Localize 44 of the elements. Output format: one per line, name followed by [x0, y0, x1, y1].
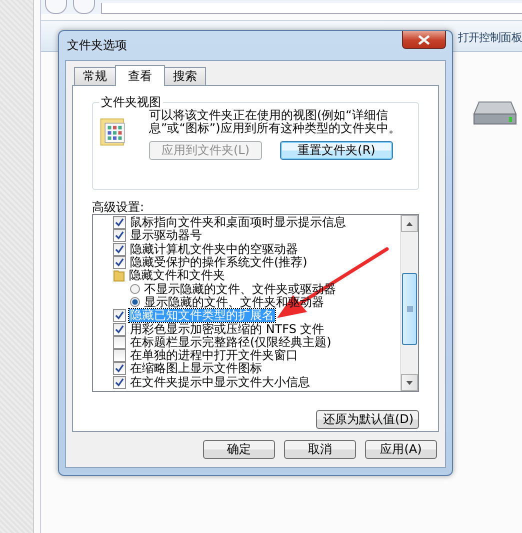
tab[interactable]: 搜索	[164, 67, 206, 85]
setting-label[interactable]: 鼠标指向文件夹和桌面项时显示提示信息	[129, 216, 347, 230]
checkbox[interactable]	[113, 229, 126, 242]
setting-group-label: 隐藏文件和文件夹	[128, 269, 226, 282]
folder-views-description: 可以将该文件夹正在使用的视图(例如“详细信息”或“图标”)应用到所有这种类型的文件夹中。	[149, 109, 402, 135]
advanced-settings-label: 高级设置:	[92, 200, 146, 214]
close-button[interactable]	[402, 31, 446, 49]
setting-label[interactable]: 用彩色显示加密或压缩的 NTFS 文件	[129, 322, 326, 336]
folder-icon	[113, 269, 125, 282]
dialog-button[interactable]: 应用(A)	[365, 440, 437, 459]
address-field[interactable]	[101, 3, 522, 14]
restore-defaults-button[interactable]: 还原为默认值(D)	[316, 410, 419, 429]
group-heading: 文件夹视图	[99, 94, 163, 111]
radio-button[interactable]	[130, 284, 140, 294]
radio-button[interactable]	[130, 297, 140, 308]
checkbox[interactable]	[113, 216, 126, 230]
checkbox[interactable]	[113, 376, 126, 389]
folder-view-button[interactable]: 重置文件夹(R)	[280, 141, 393, 160]
window-title: 文件夹选项	[67, 37, 127, 54]
checkbox[interactable]	[113, 309, 126, 322]
dialog-button[interactable]: 取消	[284, 440, 356, 459]
checkbox[interactable]	[113, 362, 126, 376]
dialog-button[interactable]: 确定	[203, 440, 275, 459]
toolbar-button[interactable]: 打开控制面板	[458, 28, 522, 44]
checkbox[interactable]	[113, 322, 126, 336]
setting-label[interactable]: 隐藏计算机文件夹中的空驱动器	[129, 242, 299, 256]
setting-label[interactable]: 在标题栏显示完整路径(仅限经典主题)	[129, 336, 332, 349]
scroll-down-icon[interactable]	[406, 380, 413, 384]
checkbox[interactable]	[113, 349, 126, 362]
setting-label[interactable]: 在单独的进程中打开文件夹窗口	[129, 349, 299, 362]
folder-view-icon	[99, 117, 127, 147]
setting-label[interactable]: 隐藏受保护的操作系统文件(推荐)	[129, 256, 308, 270]
setting-label[interactable]: 显示驱动器号	[129, 229, 203, 242]
scrollbar[interactable]	[400, 215, 418, 391]
setting-label[interactable]: 在缩略图上显示文件图标	[129, 362, 263, 376]
checkbox[interactable]	[113, 256, 126, 270]
grip-icon	[406, 306, 412, 312]
close-icon	[418, 34, 430, 44]
checkbox[interactable]	[113, 336, 126, 349]
scroll-up-icon[interactable]	[406, 222, 413, 226]
setting-label[interactable]: 在文件夹提示中显示文件大小信息	[129, 376, 311, 389]
tab[interactable]: 常规	[74, 67, 116, 85]
tab[interactable]: 查看	[115, 65, 165, 86]
checkbox[interactable]	[113, 242, 126, 256]
